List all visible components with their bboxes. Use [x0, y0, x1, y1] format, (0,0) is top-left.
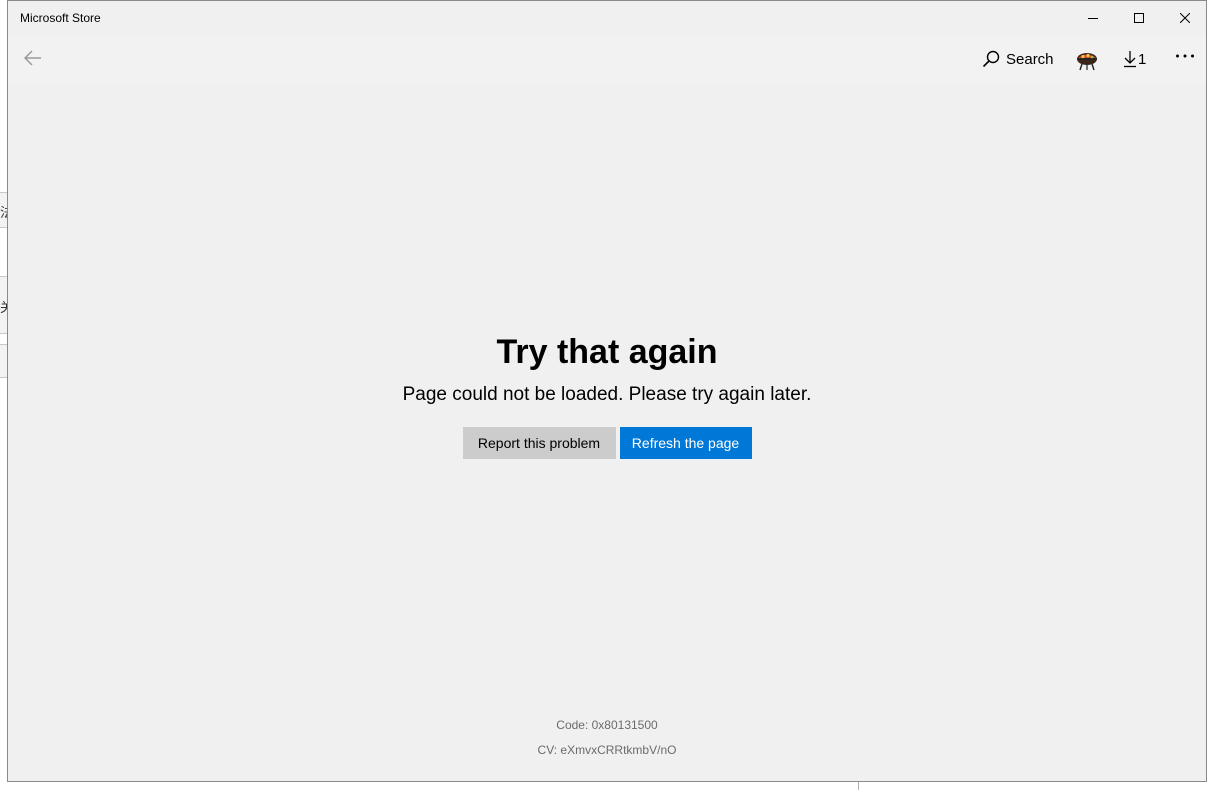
background-divider [858, 782, 859, 790]
back-arrow-icon [24, 50, 41, 66]
grill-avatar-icon [1077, 53, 1097, 71]
correlation-vector: CV: eXmvxCRRtkmbV/nO [537, 743, 677, 757]
error-title: Try that again [496, 333, 718, 371]
error-message: Page could not be loaded. Please try aga… [402, 384, 812, 405]
minimize-icon [1088, 18, 1098, 19]
account-avatar[interactable] [1074, 47, 1100, 73]
search-icon [982, 50, 1000, 68]
error-page: Try that again Page could not be loaded.… [8, 83, 1206, 781]
window-title: Microsoft Store [20, 11, 101, 25]
title-bar[interactable]: Microsoft Store [8, 1, 1206, 35]
close-icon [1180, 13, 1190, 23]
search-button[interactable]: Search [982, 47, 1054, 71]
downloads-button[interactable]: 1 [1123, 47, 1146, 71]
store-header: Search 1 [8, 35, 1206, 83]
more-button[interactable] [1172, 43, 1198, 69]
more-icon [1176, 54, 1194, 58]
close-button[interactable] [1162, 1, 1208, 35]
error-code: Code: 0x80131500 [556, 718, 658, 732]
search-label: Search [1006, 50, 1054, 68]
refresh-page-button[interactable]: Refresh the page [619, 427, 752, 459]
maximize-button[interactable] [1116, 1, 1162, 35]
minimize-button[interactable] [1070, 1, 1116, 35]
download-arrow-icon [1124, 51, 1136, 68]
back-button[interactable] [20, 45, 46, 71]
store-window: Microsoft Store Search 1 Try that again … [7, 0, 1207, 782]
error-actions: Report this problem Refresh the page [8, 427, 1206, 459]
maximize-icon [1134, 13, 1144, 23]
report-problem-button[interactable]: Report this problem [462, 427, 616, 459]
downloads-count: 1 [1138, 50, 1147, 68]
